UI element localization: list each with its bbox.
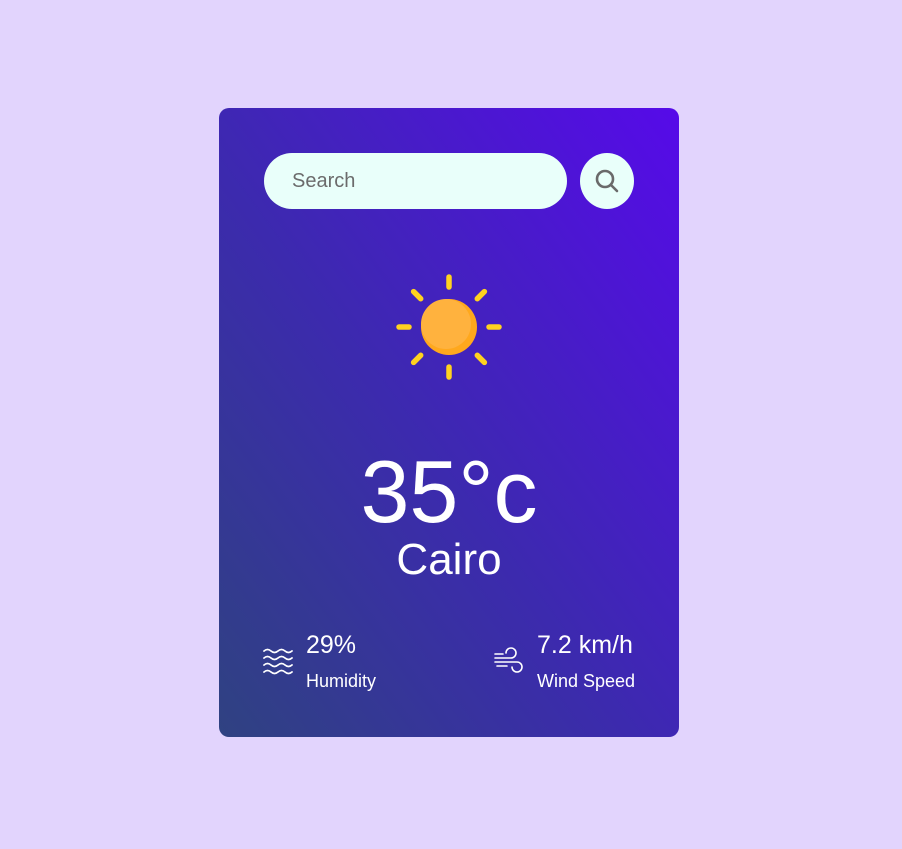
wind-icon bbox=[494, 647, 523, 673]
sun-icon bbox=[396, 274, 502, 380]
wind-label: Wind Speed bbox=[537, 671, 636, 691]
search-icon bbox=[595, 169, 619, 193]
humidity-waves-icon bbox=[263, 648, 293, 675]
temperature: 35°c bbox=[360, 442, 538, 541]
weather-card: 35°c Cairo 29% Humidity 7.2 km/h Wind Sp… bbox=[219, 108, 679, 737]
humidity-value: 29% bbox=[306, 631, 357, 659]
search-bar bbox=[264, 153, 634, 209]
city-name: Cairo bbox=[396, 535, 502, 584]
humidity-label: Humidity bbox=[306, 671, 377, 691]
humidity-detail: 29% Humidity bbox=[262, 626, 442, 696]
wind-value: 7.2 km/h bbox=[537, 631, 633, 659]
search-input[interactable] bbox=[264, 153, 567, 209]
search-button[interactable] bbox=[580, 153, 634, 209]
wind-detail: 7.2 km/h Wind Speed bbox=[493, 626, 673, 696]
